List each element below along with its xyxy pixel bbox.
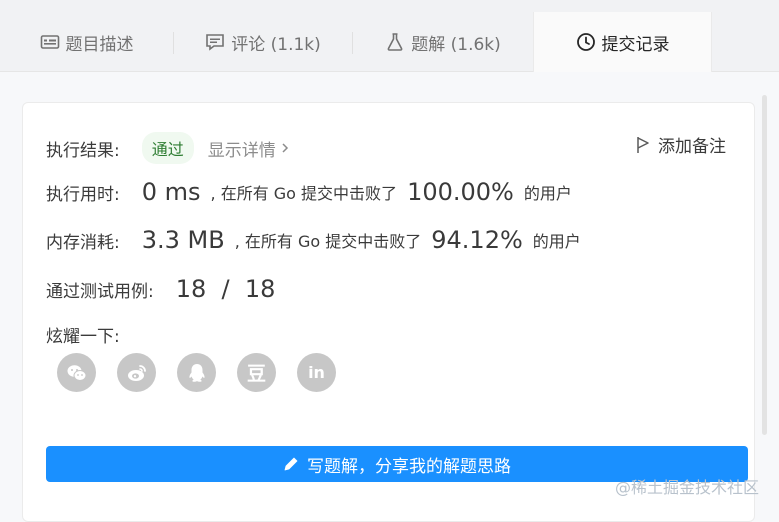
runtime-text: , 在所有 Go 提交中击败了	[210, 184, 398, 203]
tab-solutions[interactable]: 题解 (1.6k)	[353, 12, 533, 72]
memory-percent: 94.12%	[431, 226, 523, 254]
comment-icon	[206, 34, 225, 51]
wechat-icon	[67, 364, 86, 381]
runtime-percent: 100.00%	[407, 178, 514, 206]
share-row-label: 炫耀一下:	[46, 322, 120, 347]
description-icon	[40, 35, 59, 49]
share-weibo-button[interactable]	[117, 353, 156, 392]
memory-text: , 在所有 Go 提交中击败了	[234, 232, 422, 251]
runtime-row: 执行用时: 0 ms , 在所有 Go 提交中击败了 100.00% 的用户	[46, 178, 572, 206]
tab-label: 题解 (1.6k)	[411, 34, 501, 55]
add-note-label: 添加备注	[658, 137, 726, 157]
chevron-right-icon	[282, 143, 288, 153]
show-details-link[interactable]: 显示详情	[208, 136, 290, 161]
result-row: 执行结果: 通过 显示详情	[46, 132, 290, 164]
share-buttons: 豆 in	[57, 353, 336, 392]
status-badge: 通过	[141, 132, 194, 164]
pencil-icon	[284, 457, 298, 471]
tab-description[interactable]: 题目描述	[0, 12, 173, 72]
weibo-icon	[127, 364, 146, 381]
tab-label: 评论 (1.1k)	[231, 34, 321, 55]
watermark: @稀土掘金技术社区	[615, 478, 760, 497]
details-label: 显示详情	[207, 140, 276, 161]
runtime-label: 执行用时:	[46, 184, 120, 205]
runtime-value: 0 ms	[141, 178, 201, 206]
scrollbar[interactable]	[762, 95, 767, 435]
memory-label: 内存消耗:	[46, 232, 120, 253]
flag-icon	[637, 136, 649, 153]
tab-submissions[interactable]: 提交记录	[533, 12, 712, 72]
result-label: 执行结果:	[46, 140, 120, 161]
memory-value: 3.3 MB	[141, 226, 225, 254]
memory-suffix: 的用户	[532, 232, 581, 251]
douban-icon: 豆	[246, 363, 266, 385]
share-douban-button[interactable]: 豆	[237, 353, 276, 392]
tab-label: 提交记录	[601, 34, 670, 55]
tab-label: 题目描述	[65, 34, 134, 55]
tests-label: 通过测试用例:	[46, 281, 154, 302]
tests-value: 18 / 18	[175, 275, 276, 303]
qq-icon	[188, 363, 205, 382]
share-linkedin-button[interactable]: in	[297, 353, 336, 392]
flask-icon	[387, 33, 403, 51]
share-label: 炫耀一下:	[46, 327, 120, 347]
memory-row: 内存消耗: 3.3 MB , 在所有 Go 提交中击败了 94.12% 的用户	[46, 226, 581, 254]
tab-bar: 题目描述 评论 (1.1k) 题解 (1.6k) 提交记录	[0, 0, 779, 72]
runtime-suffix: 的用户	[523, 184, 572, 203]
share-wechat-button[interactable]	[57, 353, 96, 392]
write-solution-label: 写题解，分享我的解题思路	[307, 456, 511, 477]
share-qq-button[interactable]	[177, 353, 216, 392]
clock-icon	[576, 33, 595, 51]
tests-row: 通过测试用例: 18 / 18	[46, 275, 275, 303]
linkedin-icon: in	[308, 363, 325, 382]
tab-comments[interactable]: 评论 (1.1k)	[174, 12, 352, 72]
add-note-button[interactable]: 添加备注	[636, 132, 726, 157]
